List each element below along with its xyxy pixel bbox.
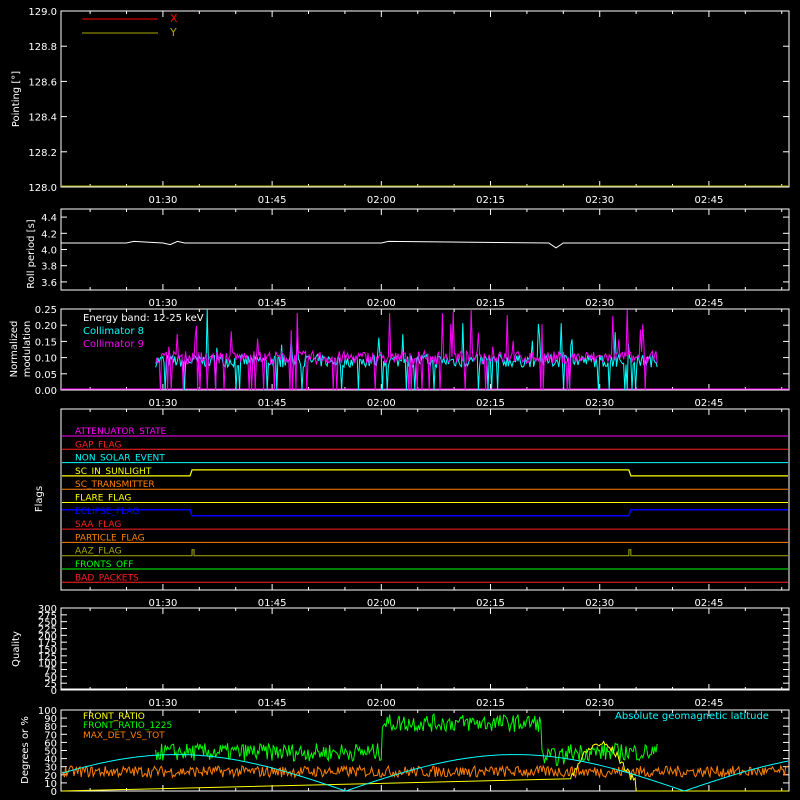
x-tick-label: 02:15	[476, 398, 505, 409]
x-tick-label: 01:30	[149, 195, 178, 206]
x-tick-label: 01:45	[258, 298, 287, 309]
y-tick-label: 0.00	[35, 386, 57, 397]
x-tick-label: 02:45	[695, 298, 724, 309]
x-tick-label: 01:30	[149, 598, 178, 609]
y-tick-label: 4.0	[41, 246, 57, 257]
legend-y-label: Y	[169, 26, 177, 39]
legend-collimator-9: Collimator 9	[83, 339, 144, 350]
x-tick-label: 02:30	[585, 598, 614, 609]
modulation-ylabel-line1: Normalized	[9, 321, 20, 378]
quality-ylabel: Quality	[11, 631, 22, 667]
energy-band-annotation: Energy band: 12-25 keV	[83, 313, 204, 324]
x-tick-label: 02:45	[695, 195, 724, 206]
y-tick-label: 300	[38, 604, 57, 615]
x-tick-label: 01:30	[149, 298, 178, 309]
y-tick-label: 4.4	[41, 213, 57, 224]
x-tick-label: 01:30	[149, 698, 178, 709]
x-tick-label: 01:45	[258, 598, 287, 609]
y-tick-label: 129.0	[28, 7, 57, 18]
x-tick-label: 02:15	[476, 598, 505, 609]
y-tick-label: 0.20	[35, 321, 57, 332]
y-tick-label: 0.15	[35, 337, 57, 348]
y-tick-label: 128.2	[28, 148, 57, 159]
legend-collimator-8: Collimator 8	[83, 326, 144, 337]
y-tick-label: 128.4	[28, 113, 57, 124]
ratios-ylabel: Degrees or %	[20, 716, 31, 784]
legend-max-det-vs-tot: MAX_DET_VS_TOT	[83, 731, 165, 741]
chart-canvas: Pointing [°] Roll period [s] Normalized …	[0, 0, 800, 800]
x-tick-label: 02:45	[695, 698, 724, 709]
pointing-ylabel: Pointing [°]	[11, 71, 22, 127]
legend-x-label: X	[170, 12, 178, 25]
x-tick-label: 02:00	[367, 195, 396, 206]
x-tick-label: 02:30	[585, 698, 614, 709]
x-tick-label: 01:45	[258, 398, 287, 409]
x-tick-label: 02:15	[476, 298, 505, 309]
y-tick-label: 128.0	[28, 183, 57, 194]
x-tick-label: 02:15	[476, 195, 505, 206]
y-tick-label: 0.25	[35, 305, 57, 316]
y-tick-label: 0.05	[35, 370, 57, 381]
x-tick-label: 01:45	[258, 698, 287, 709]
x-tick-label: 02:45	[695, 398, 724, 409]
modulation-ylabel-line2: modulation	[22, 321, 33, 378]
y-tick-label: 0.10	[35, 354, 57, 365]
y-tick-label: 3.8	[41, 262, 57, 273]
x-tick-label: 02:00	[367, 298, 396, 309]
x-tick-label: 02:30	[585, 298, 614, 309]
x-tick-label: 01:30	[149, 398, 178, 409]
geomagnetic-latitude-annotation: Absolute geomagnetic latitude	[615, 711, 769, 722]
x-tick-label: 02:00	[367, 598, 396, 609]
x-tick-label: 02:00	[367, 698, 396, 709]
x-tick-label: 02:45	[695, 598, 724, 609]
roll-ylabel: Roll period [s]	[26, 219, 37, 288]
x-tick-label: 02:00	[367, 398, 396, 409]
flag-label: ECLIPSE_FLAG	[75, 507, 139, 517]
x-tick-label: 02:30	[585, 195, 614, 206]
x-tick-label: 02:15	[476, 698, 505, 709]
x-tick-label: 02:30	[585, 398, 614, 409]
y-tick-label: 4.2	[41, 229, 57, 240]
y-tick-label: 128.6	[28, 77, 57, 88]
y-tick-label: 128.8	[28, 42, 57, 53]
legend-front-ratio-1225: FRONT_RATIO_1225	[83, 721, 172, 731]
flags-ylabel: Flags	[34, 486, 45, 512]
y-tick-label: 100	[38, 706, 57, 717]
y-tick-label: 3.6	[41, 278, 57, 289]
x-tick-label: 01:45	[258, 195, 287, 206]
